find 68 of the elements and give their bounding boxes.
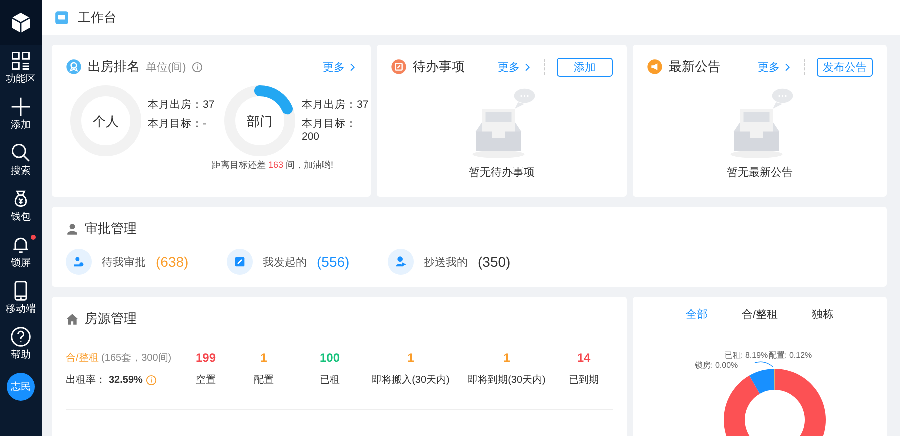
stat-value: 199 [196,351,216,365]
workbench-icon [55,10,69,24]
icon-circle[interactable] [388,249,414,275]
slice-label: 已租: 8.19% [725,351,768,360]
target-note: 距离目标还差 163 间，加油哟! [212,159,334,172]
card-title: 待办事项 [413,58,465,76]
unit-label: 单位(间) [146,60,186,74]
leader-line [754,362,774,368]
stat-value: 14 [577,351,591,365]
sidebar-item[interactable]: 功能区 [0,45,42,91]
approval-label[interactable]: 抄送我的 [424,254,468,270]
sidebar-item[interactable]: 搜索 [0,137,42,183]
card-title: 出房排名 [88,58,140,76]
progress-ring [224,85,296,157]
calendar-icon [391,59,407,75]
info-icon [146,374,157,386]
stat-label: 空置 [196,374,216,387]
stat-label: 配置 [254,374,274,387]
slice-label: 配置: 0.12% [769,351,812,360]
person-icon [66,222,79,236]
stat-label: 已租 [320,374,340,387]
approval-label[interactable]: 我发起的 [263,254,307,270]
stat-value: 100 [320,351,340,365]
icon-circle[interactable] [66,249,92,275]
sidebar-item[interactable]: 帮助 [0,321,42,367]
stat-value: 1 [504,351,510,365]
approval-label[interactable]: 待我审批 [102,254,146,270]
card-title: 审批管理 [85,220,137,238]
stat-label: 即将到期(30天内) [468,374,546,387]
filter-tab[interactable]: 合/整租 [742,307,778,322]
stat-text: 本月目标：- [148,117,208,131]
card-title: 最新公告 [669,58,721,76]
card-title: 房源管理 [85,310,137,328]
rate-value: 32.59% [109,374,143,386]
page-title: 工作台 [78,8,117,26]
stat-value: 1 [260,351,268,365]
filter-tab[interactable]: 独栋 [812,307,834,322]
empty-text: 暂无待办事项 [469,166,535,180]
stat-value: 1 [408,351,414,365]
sidebar-item[interactable]: 添加 [0,91,42,137]
stat-text: 本月目标：200 [302,117,358,143]
badge-icon [66,59,82,75]
search-icon [10,142,32,164]
rental-summary: 合/整租 (165套，300间) [66,352,173,365]
sidebar-item[interactable]: 移动端 [0,275,42,321]
megaphone-icon [647,59,663,75]
chevron-right-icon [523,62,532,72]
approval-count[interactable]: (350) [478,254,511,270]
rate-label: 出租率： [66,374,106,387]
slice-label: 锁房: 0.00% [695,361,738,370]
cube-logo-icon [9,10,33,34]
grid-icon [10,50,32,72]
stat-label: 即将搬入(30天内) [372,374,450,387]
ring-label: 个人 [93,114,119,129]
plus-icon [10,96,32,118]
info-icon [192,62,204,72]
sidebar-item[interactable]: 钱包 [0,183,42,229]
icon-circle[interactable] [227,249,253,275]
chevron-right-icon [348,62,357,72]
help-icon [10,326,32,348]
stat-text: 本月出房：37 [148,98,216,112]
house-icon [66,312,79,326]
empty-text: 暂无最新公告 [727,166,793,180]
chevron-right-icon [783,62,792,72]
ring-label: 部门 [247,114,273,129]
stat-label: 已到期 [569,374,599,387]
stat-text: 本月出房：37 [302,98,370,112]
sidebar-item[interactable]: 锁屏 [0,229,42,275]
